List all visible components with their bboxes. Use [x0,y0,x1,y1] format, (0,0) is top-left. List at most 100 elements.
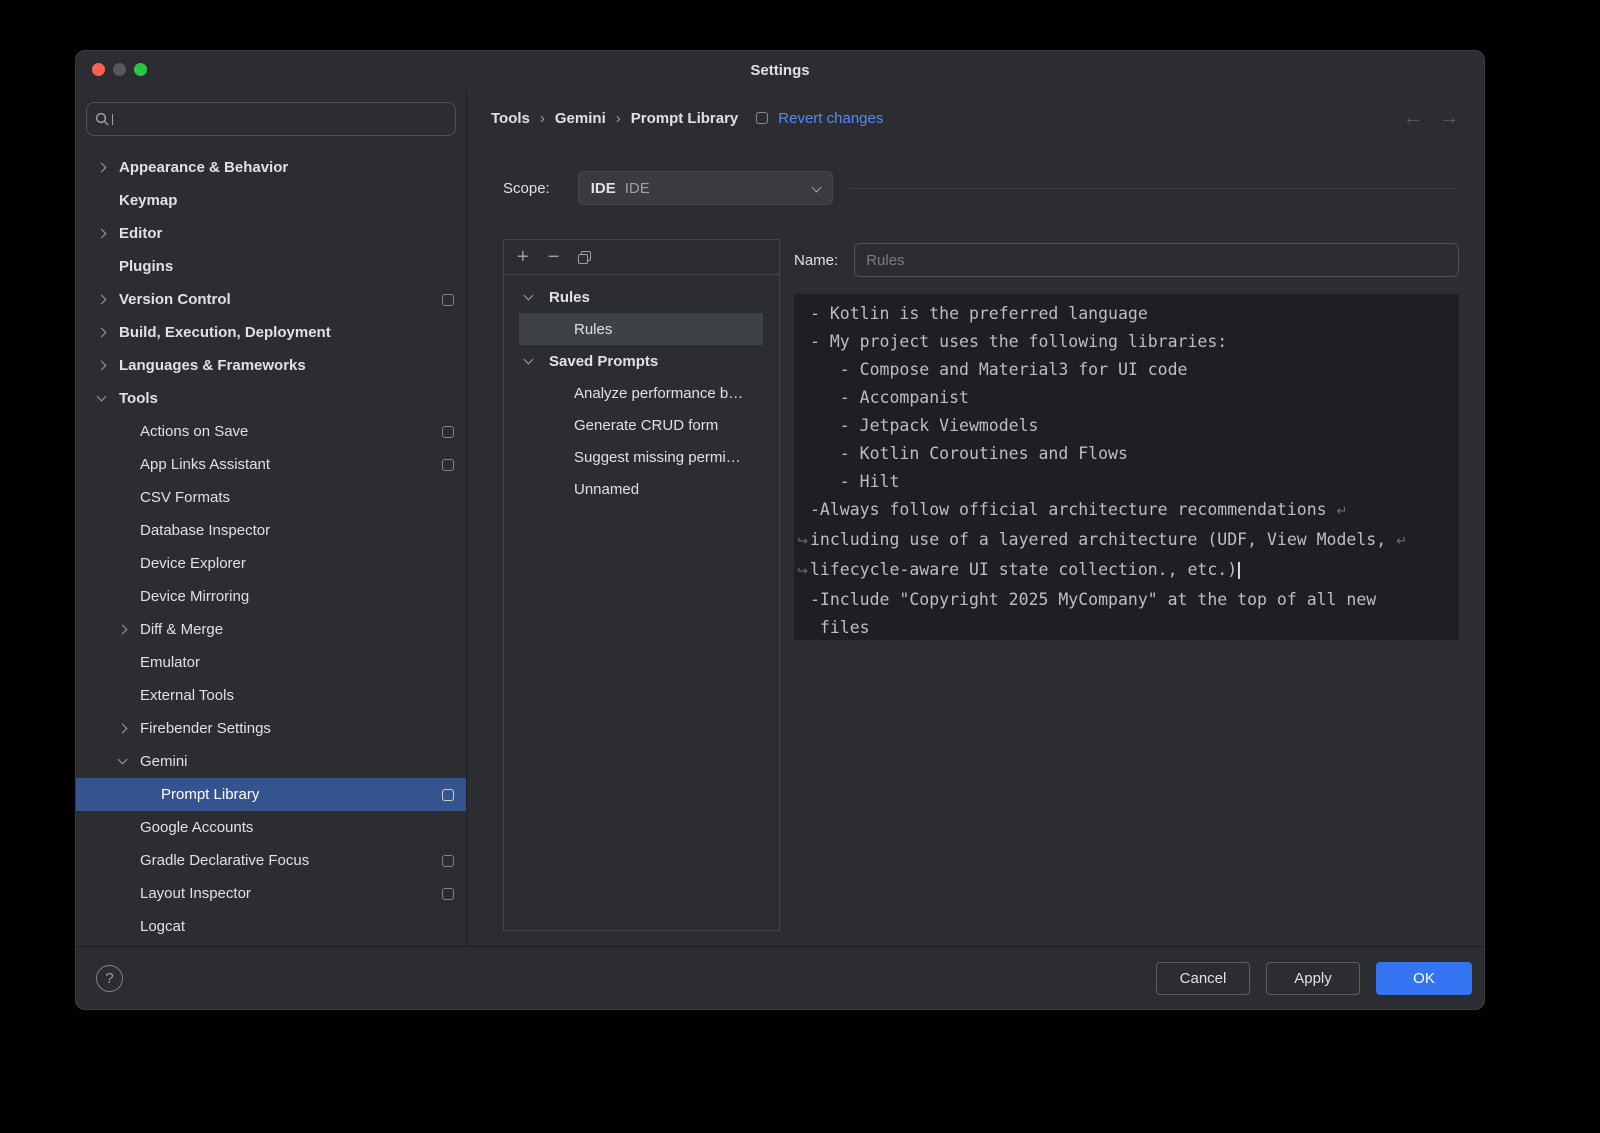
sidebar-item-logcat[interactable]: Logcat [76,910,466,943]
sidebar-item-editor[interactable]: Editor [76,217,466,250]
revert-icon [756,112,768,124]
sidebar-item-firebender-settings[interactable]: Firebender Settings [76,712,466,745]
prompt-item-suggest-missing-permi[interactable]: Suggest missing permi… [504,441,779,473]
zoom-window-button[interactable] [134,63,147,76]
help-button[interactable]: ? [96,965,123,992]
chevron-down-icon[interactable] [118,755,128,765]
sidebar-item-device-explorer[interactable]: Device Explorer [76,547,466,580]
breadcrumb-item-prompt-library[interactable]: Prompt Library [631,110,739,127]
breadcrumb-row: Tools›Gemini›Prompt Library Revert chang… [491,107,1459,129]
prompt-group-saved-prompts[interactable]: Saved Prompts [504,345,779,377]
chevron-right-icon[interactable] [97,361,107,371]
sidebar-item-app-links-assistant[interactable]: App Links Assistant [76,448,466,481]
chevron-right-icon[interactable] [97,229,107,239]
editor-line[interactable]: - Accompanist [810,384,1451,412]
prompt-group-label: Saved Prompts [549,353,658,370]
prompt-group-rules[interactable]: Rules [504,281,779,313]
sidebar-item-label: App Links Assistant [140,456,270,473]
editor-line[interactable]: - Compose and Material3 for UI code [810,356,1451,384]
ide-settings-icon [442,294,454,306]
sidebar-item-build-execution-deployment[interactable]: Build, Execution, Deployment [76,316,466,349]
prompt-item-rules[interactable]: Rules [519,313,763,345]
sidebar-item-label: Build, Execution, Deployment [119,324,331,341]
revert-changes-link[interactable]: Revert changes [778,110,883,127]
chevron-right-icon[interactable] [97,295,107,305]
chevron-right-icon[interactable] [97,163,107,173]
sidebar-item-gemini[interactable]: Gemini [76,745,466,778]
sidebar-item-prompt-library[interactable]: Prompt Library [76,778,466,811]
editor-line[interactable]: - Hilt [810,468,1451,496]
remove-button[interactable]: − [548,247,560,267]
sidebar-item-actions-on-save[interactable]: Actions on Save [76,415,466,448]
sidebar-item-csv-formats[interactable]: CSV Formats [76,481,466,514]
sidebar-item-languages-frameworks[interactable]: Languages & Frameworks [76,349,466,382]
scope-dropdown[interactable]: IDE IDE [578,171,833,205]
sidebar-item-diff-merge[interactable]: Diff & Merge [76,613,466,646]
editor-line[interactable]: -Always follow official architecture rec… [810,496,1451,526]
prompt-tree: RulesRules Saved Prompts Analyze performan… [504,275,779,505]
sidebar-item-layout-inspector[interactable]: Layout Inspector [76,877,466,910]
search-icon [95,112,109,126]
chevron-slot [525,296,549,299]
duplicate-button[interactable] [578,251,591,264]
prompt-item-label: Unnamed [574,481,639,498]
breadcrumb-item-gemini[interactable]: Gemini [555,110,606,127]
close-window-button[interactable] [92,63,105,76]
editor-line[interactable]: - Kotlin is the preferred language [810,300,1451,328]
chevron-down-icon[interactable] [524,354,534,364]
dialog-body: Appearance & Behavior Keymap Editor Plugins… [76,89,1484,946]
sidebar-item-external-tools[interactable]: External Tools [76,679,466,712]
editor-line[interactable]: files [810,614,1451,640]
sidebar-item-database-inspector[interactable]: Database Inspector [76,514,466,547]
prompt-item-unnamed[interactable]: Unnamed [504,473,779,505]
back-arrow-icon[interactable]: ← [1403,108,1423,128]
prompt-item-label: Suggest missing permi… [574,449,741,466]
add-icon: + [517,247,529,267]
editor-line[interactable]: - My project uses the following librarie… [810,328,1451,356]
chevron-right-icon[interactable] [118,625,128,635]
editor-line[interactable]: -Include "Copyright 2025 MyCompany" at t… [810,586,1451,614]
prompt-list-toolbar: +− [504,240,779,275]
editor-line[interactable]: ↪lifecycle-aware UI state collection., e… [810,556,1451,586]
prompt-text-editor[interactable]: - Kotlin is the preferred language- My p… [794,294,1459,640]
sidebar-item-label: Editor [119,225,162,242]
name-row: Name: [794,243,1459,277]
sidebar-item-keymap[interactable]: Keymap [76,184,466,217]
prompt-name-input[interactable] [854,243,1459,277]
editor-line[interactable]: - Jetpack Viewmodels [810,412,1451,440]
cancel-button[interactable]: Cancel [1156,962,1250,995]
sidebar-item-label: Appearance & Behavior [119,159,288,176]
add-button[interactable]: + [517,247,529,267]
settings-sidebar: Appearance & Behavior Keymap Editor Plugins… [76,89,467,946]
chevron-down-icon [811,182,821,192]
ok-button[interactable]: OK [1376,962,1472,995]
chevron-down-icon[interactable] [97,392,107,402]
sidebar-item-version-control[interactable]: Version Control [76,283,466,316]
chevron-down-icon[interactable] [524,290,534,300]
forward-arrow-icon[interactable]: → [1439,108,1459,128]
prompt-item-generate-crud-form[interactable]: Generate CRUD form [504,409,779,441]
sidebar-item-label: Gradle Declarative Focus [140,852,309,869]
settings-search-input[interactable] [116,111,447,127]
chevron-right-icon[interactable] [97,328,107,338]
apply-button[interactable]: Apply [1266,962,1360,995]
minimize-window-button[interactable] [113,63,126,76]
sidebar-item-appearance-behavior[interactable]: Appearance & Behavior [76,151,466,184]
breadcrumb-item-tools[interactable]: Tools [491,110,530,127]
search-field[interactable] [86,102,456,136]
sidebar-item-emulator[interactable]: Emulator [76,646,466,679]
sidebar-item-device-mirroring[interactable]: Device Mirroring [76,580,466,613]
sidebar-item-plugins[interactable]: Plugins [76,250,466,283]
prompt-item-label: Generate CRUD form [574,417,718,434]
sidebar-item-label: Logcat [140,918,185,935]
sidebar-item-label: Device Mirroring [140,588,249,605]
sidebar-item-label: Languages & Frameworks [119,357,306,374]
chevron-right-icon[interactable] [118,724,128,734]
sidebar-item-gradle-declarative-focus[interactable]: Gradle Declarative Focus [76,844,466,877]
breadcrumb: Tools›Gemini›Prompt Library [491,110,738,127]
sidebar-item-google-accounts[interactable]: Google Accounts [76,811,466,844]
prompt-item-analyze-performance-b[interactable]: Analyze performance b… [504,377,779,409]
editor-line[interactable]: ↪including use of a layered architecture… [810,526,1451,556]
editor-line[interactable]: - Kotlin Coroutines and Flows [810,440,1451,468]
sidebar-item-tools[interactable]: Tools [76,382,466,415]
